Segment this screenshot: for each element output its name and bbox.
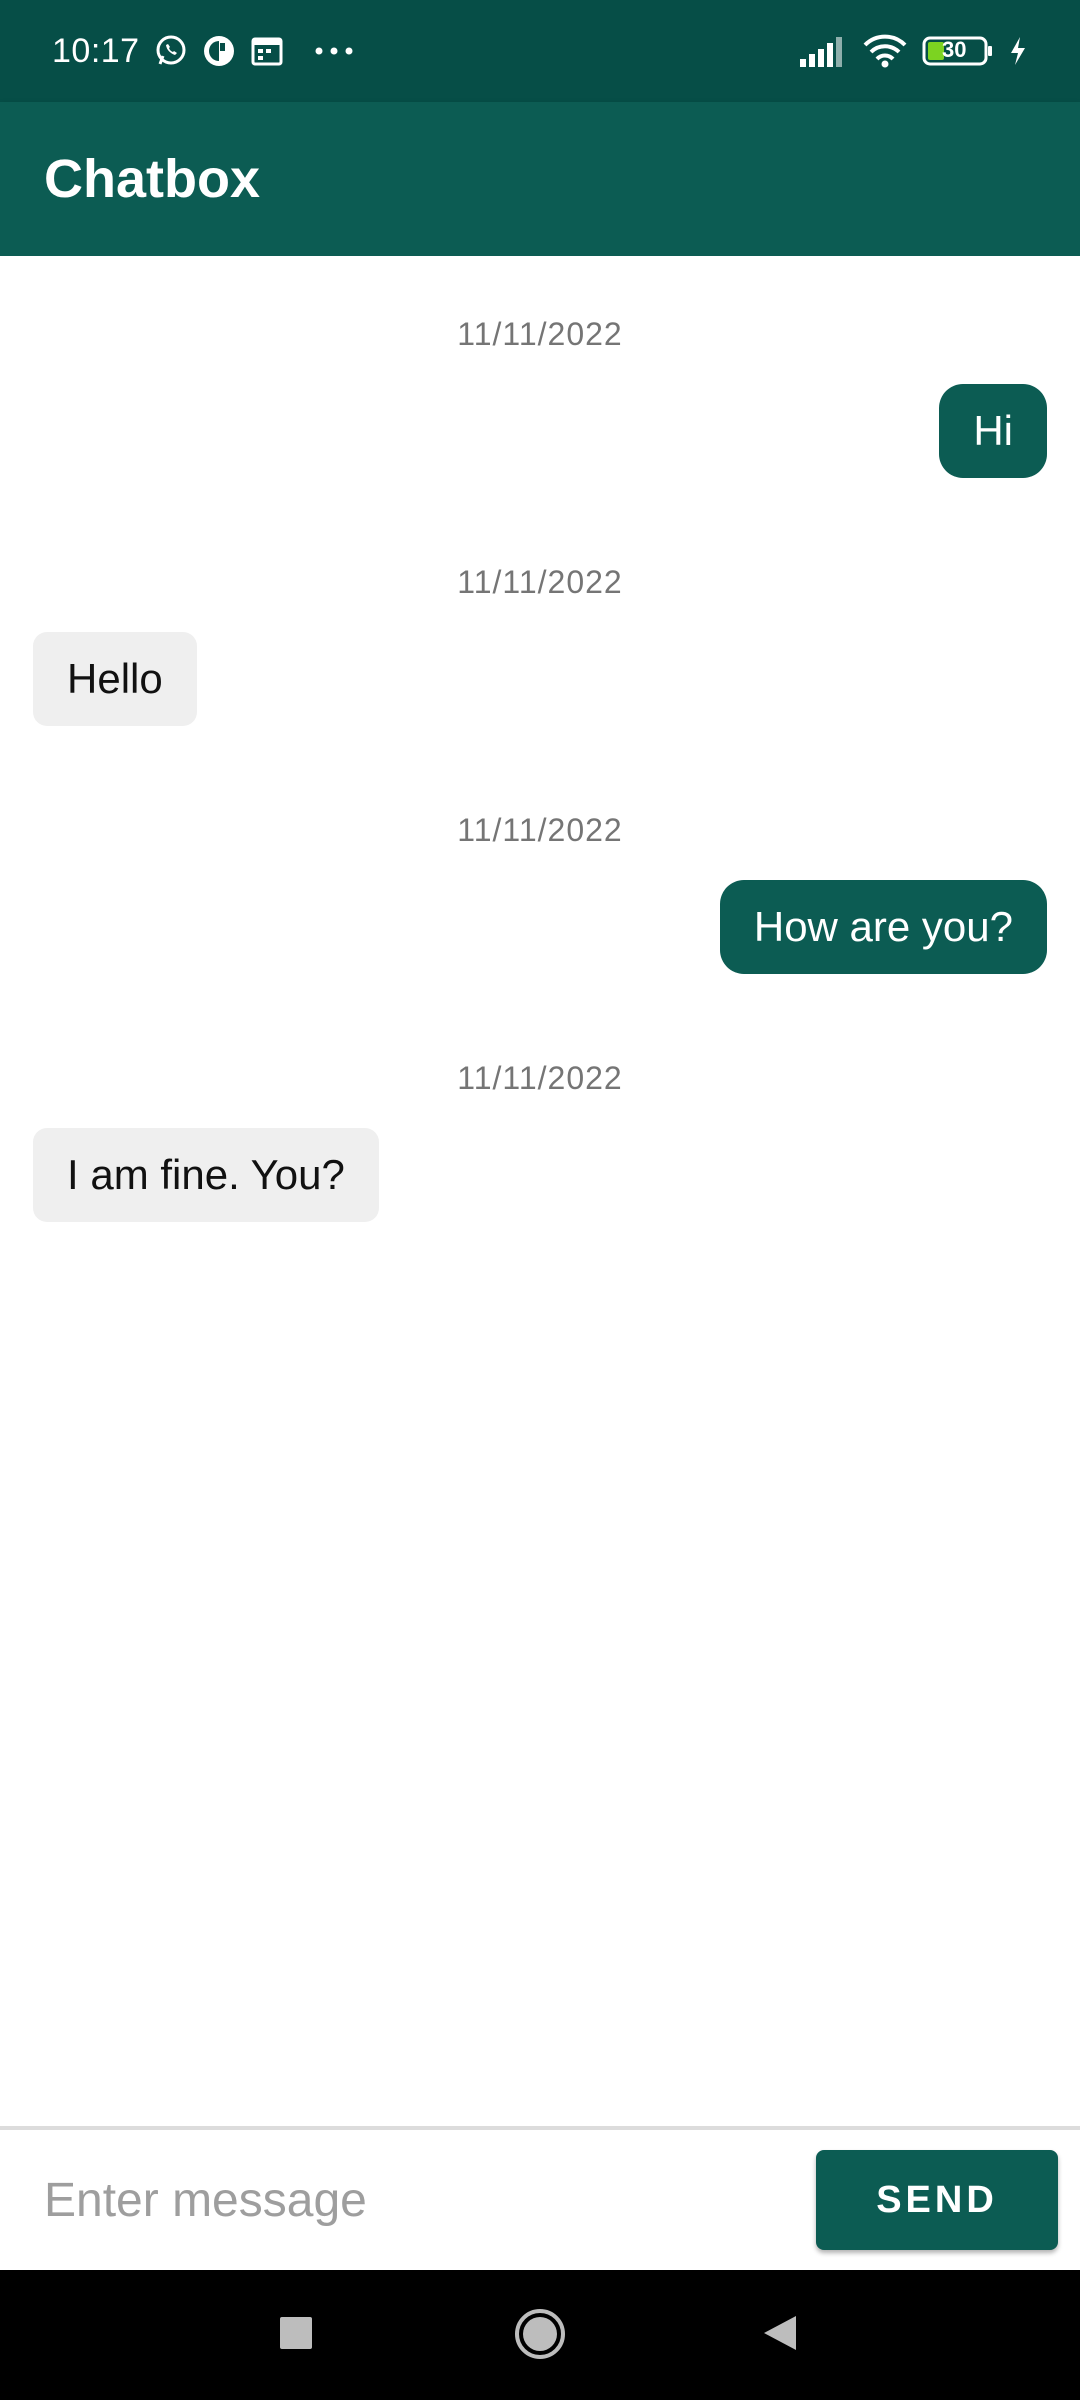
app-bar: Chatbox [0,102,1080,256]
message-input-bar: SEND [0,2126,1080,2270]
message-date: 11/11/2022 [457,1060,623,1096]
whatsapp-icon [154,34,188,68]
recents-icon[interactable] [276,2313,316,2353]
message-date: 11/11/2022 [457,564,623,600]
status-bar-left: 10:17 [52,32,354,71]
battery-icon: 30 [922,35,994,67]
status-bar-right: 30 [798,33,1028,69]
chat-message-list[interactable]: 11/11/2022 Hi 11/11/2022 Hello 11/11/202… [0,256,1080,2126]
more-dots-icon [314,46,354,56]
signal-icon [798,35,848,67]
message-input[interactable] [30,2150,790,2250]
status-bar: 10:17 30 [0,0,1080,102]
calendar-icon [250,34,284,68]
wifi-icon [862,33,908,69]
outgoing-message-bubble[interactable]: How are you? [719,880,1047,974]
battery-level-text: 30 [942,37,967,62]
outgoing-message-bubble[interactable]: Hi [939,384,1047,478]
message-date: 11/11/2022 [457,812,623,848]
app-title: Chatbox [44,149,260,209]
back-icon[interactable] [760,2313,800,2353]
charging-icon [1008,35,1028,67]
incoming-message-bubble[interactable]: I am fine. You? [33,1128,379,1222]
send-button[interactable]: SEND [816,2150,1058,2250]
incoming-message-bubble[interactable]: Hello [33,632,197,726]
message-date: 11/11/2022 [457,316,623,352]
status-time: 10:17 [52,31,140,70]
app-c-icon [202,34,236,68]
system-nav-bar [0,2270,1080,2400]
home-icon[interactable] [512,2306,568,2362]
